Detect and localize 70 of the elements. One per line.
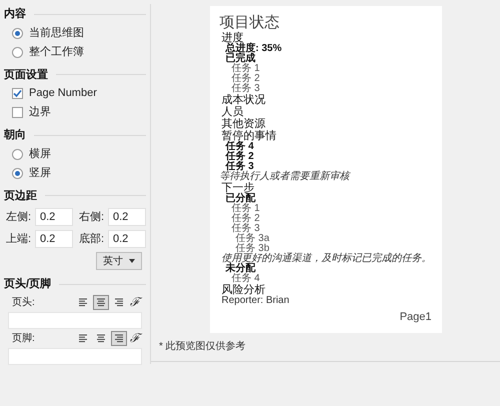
radio-label: 整个工作簿 <box>29 44 84 60</box>
preview-text: 任务 3b <box>236 244 270 254</box>
right-align-icon <box>114 298 124 306</box>
center-align-icon <box>96 334 106 342</box>
preview-text: 成本状况 <box>222 94 266 106</box>
preview-text: 风险分析 <box>222 284 266 296</box>
right-align-icon <box>114 334 124 342</box>
radio-button[interactable] <box>12 168 23 178</box>
preview-text: 项目状态 <box>220 14 280 32</box>
caret-icon <box>129 259 135 263</box>
left-align-icon <box>78 334 88 342</box>
checkbox-label: 边界 <box>29 105 51 120</box>
section-title: 页边距 <box>4 188 37 204</box>
field-label: 页脚: <box>12 332 36 346</box>
preview-text: 其他资源 <box>222 118 266 130</box>
checkbox[interactable] <box>12 88 23 99</box>
preview-text: 已完成 <box>226 54 256 64</box>
section-title: 朝向 <box>4 128 26 143</box>
checkbox[interactable] <box>12 107 23 118</box>
section-title: 页面设置 <box>4 68 48 82</box>
preview-text: 下一步 <box>222 182 254 194</box>
page-number: Page1 <box>400 310 432 324</box>
preview-text: 已分配 <box>226 194 256 204</box>
preview-text: 进度 <box>222 32 244 44</box>
preview-text: 任务 2 <box>232 214 260 224</box>
field-label: 页头: <box>12 296 36 310</box>
preview-text: Reporter: Brian <box>222 296 290 306</box>
preview-text: 任务 3 <box>232 224 260 234</box>
radio-button[interactable] <box>12 28 23 38</box>
margin-field[interactable]: 0.2 <box>35 208 73 226</box>
preview-text: 任务 4 <box>226 142 254 152</box>
radio-label: 当前思维图 <box>29 26 84 41</box>
preview-text: 使用更好的沟通渠道，及时标记已完成的任务。 <box>222 254 432 264</box>
margin-field[interactable]: 0.2 <box>108 230 146 248</box>
font-button[interactable]: ℱ <box>128 330 142 346</box>
radio-button[interactable] <box>12 46 23 58</box>
left-align-icon <box>78 298 88 306</box>
align-button[interactable] <box>111 330 127 346</box>
section-title: 页头/页脚 <box>4 276 52 292</box>
align-button[interactable] <box>93 294 109 310</box>
preview-text: 任务 3 <box>226 162 254 172</box>
preview-text: 任务 3a <box>236 234 270 244</box>
text-field[interactable] <box>8 312 142 328</box>
text-field[interactable] <box>8 348 142 364</box>
preview-text: 任务 2 <box>232 74 260 84</box>
field-label: 上端: <box>4 232 31 247</box>
preview-text: 人员 <box>222 106 244 118</box>
footnote: * 此预览图仅供参考 <box>159 341 246 352</box>
preview-text: 总进度: 35% <box>226 44 282 54</box>
field-label: 右侧: <box>78 210 104 225</box>
radio-label: 竖屏 <box>29 166 51 181</box>
preview-text: 任务 1 <box>232 64 260 74</box>
preview-text: 任务 3 <box>232 84 260 94</box>
field-label: 底部: <box>78 232 104 247</box>
preview-text: 未分配 <box>226 264 256 274</box>
preview-text: 暂停的事情 <box>222 130 276 142</box>
margin-field[interactable]: 0.2 <box>35 230 73 248</box>
font-button[interactable]: ℱ <box>128 294 142 310</box>
radio-label: 横屏 <box>29 146 51 162</box>
checkbox-label: Page Number <box>29 86 97 102</box>
preview-text: 任务 2 <box>226 152 254 162</box>
section-title: 内容 <box>4 6 26 22</box>
preview-text: 等待执行人或者需要重新审核 <box>220 172 350 182</box>
preview-text: 任务 4 <box>232 274 260 284</box>
unit-dropdown[interactable]: 英寸 <box>96 252 142 270</box>
radio-button[interactable] <box>12 148 23 160</box>
margin-field[interactable]: 0.2 <box>108 208 146 226</box>
preview-text: 任务 1 <box>232 204 260 214</box>
field-label: 左侧: <box>4 210 31 225</box>
center-align-icon <box>96 298 106 306</box>
